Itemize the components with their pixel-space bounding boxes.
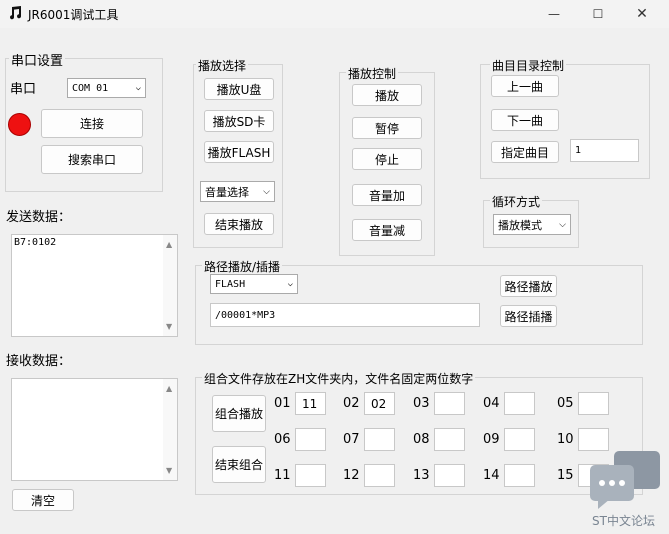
volume-select-value: 音量选择 [205,185,249,199]
combo-slot-input[interactable] [364,428,395,451]
play-button[interactable]: 播放 [352,84,422,106]
combo-slot-input[interactable] [434,428,465,451]
receive-data-textarea[interactable]: ▲ ▼ [11,378,178,481]
clear-button[interactable]: 清空 [12,489,74,511]
combo-slot-input[interactable] [295,464,326,487]
combo-slot-label: 15 [557,468,574,483]
chevron-down-icon: ⌵ [287,279,293,289]
port-select[interactable]: COM 01 ⌵ [67,78,146,98]
combo-slot-label: 10 [557,432,574,447]
path-play-label: 路径播放/插播 [202,258,283,275]
serial-settings-label: 串口设置 [9,50,66,69]
play-sd-button[interactable]: 播放SD卡 [204,110,274,132]
combo-slot-label: 11 [274,468,291,483]
chevron-down-icon: ⌵ [559,219,566,230]
combo-slot-input[interactable] [434,392,465,415]
combo-slot-label: 04 [483,396,500,411]
send-scrollbar[interactable]: ▲ ▼ [163,235,177,336]
volume-select[interactable]: 音量选择 ⌵ [200,181,275,202]
loop-mode-select[interactable]: 播放模式 ⌵ [493,214,571,235]
combo-slot-label: 03 [413,396,430,411]
combo-slot-input[interactable] [504,392,535,415]
connection-status-indicator [8,113,31,136]
scroll-down-icon[interactable]: ▼ [166,322,172,331]
connect-button[interactable]: 连接 [41,109,143,138]
send-data-label: 发送数据： [6,210,72,225]
chat-bubble-icon [588,451,660,511]
play-select-label: 播放选择 [196,57,249,74]
send-data-textarea[interactable]: B7:0102 ▲ ▼ [11,234,178,337]
stop-play-button[interactable]: 结束播放 [204,213,274,235]
watermark-text: ST中文论坛 [592,514,655,528]
scroll-down-icon[interactable]: ▼ [166,466,172,475]
track-number-input[interactable]: 1 [570,139,639,162]
track-control-label: 曲目目录控制 [490,57,567,74]
volume-down-button[interactable]: 音量减 [352,219,422,241]
chevron-down-icon: ⌵ [263,186,270,197]
play-flash-button[interactable]: 播放FLASH [204,141,274,163]
combo-play-label: 组合文件存放在ZH文件夹内，文件名固定两位数字 [202,370,476,387]
path-input[interactable]: /00001*MP3 [210,303,480,327]
combo-slot-input[interactable] [578,392,609,415]
title-bar: JR6001调试工具 — ☐ ✕ [0,0,669,28]
port-label: 串口 [10,82,37,97]
combo-slot-label: 08 [413,432,430,447]
search-port-button[interactable]: 搜索串口 [41,145,143,174]
combo-slot-label: 02 [343,396,360,411]
path-play-button[interactable]: 路径播放 [500,275,557,297]
combo-slot-input[interactable] [295,428,326,451]
combo-slot-input[interactable] [578,428,609,451]
send-data-text: B7:0102 [14,237,57,248]
loop-mode-label: 循环方式 [490,193,543,210]
path-device-select[interactable]: FLASH ⌵ [210,274,298,294]
chevron-down-icon: ⌵ [135,83,141,93]
combo-slot-label: 12 [343,468,360,483]
combo-slot-input[interactable]: 11 [295,392,326,415]
specify-track-button[interactable]: 指定曲目 [491,141,559,163]
play-control-label: 播放控制 [346,65,399,82]
combo-slot-label: 01 [274,396,291,411]
path-device-value: FLASH [215,278,246,290]
next-track-button[interactable]: 下一曲 [491,109,559,131]
combo-slot-input[interactable]: 02 [364,392,395,415]
combo-play-button[interactable]: 组合播放 [212,395,266,432]
volume-up-button[interactable]: 音量加 [352,184,422,206]
port-select-value: COM 01 [72,82,109,94]
pause-button[interactable]: 暂停 [352,117,422,139]
combo-slot-label: 07 [343,432,360,447]
music-note-icon [10,6,22,20]
stop-button[interactable]: 停止 [352,148,422,170]
combo-slot-input[interactable] [504,464,535,487]
combo-slot-label: 14 [483,468,500,483]
combo-slot-label: 13 [413,468,430,483]
combo-slot-input[interactable] [364,464,395,487]
combo-slot-input[interactable] [504,428,535,451]
combo-stop-button[interactable]: 结束组合 [212,446,266,483]
combo-slot-label: 06 [274,432,291,447]
receive-scrollbar[interactable]: ▲ ▼ [163,379,177,480]
minimize-button[interactable]: — [531,0,577,28]
play-udisk-button[interactable]: 播放U盘 [204,78,274,100]
previous-track-button[interactable]: 上一曲 [491,75,559,97]
path-insert-button[interactable]: 路径插播 [500,305,557,327]
loop-mode-value: 播放模式 [498,218,542,232]
maximize-button[interactable]: ☐ [575,0,621,28]
combo-slot-label: 09 [483,432,500,447]
close-button[interactable]: ✕ [619,0,665,28]
receive-data-label: 接收数据： [6,354,72,369]
combo-slot-input[interactable] [434,464,465,487]
scroll-up-icon[interactable]: ▲ [166,384,172,393]
combo-slot-label: 05 [557,396,574,411]
scroll-up-icon[interactable]: ▲ [166,240,172,249]
window-title: JR6001调试工具 [28,8,119,22]
